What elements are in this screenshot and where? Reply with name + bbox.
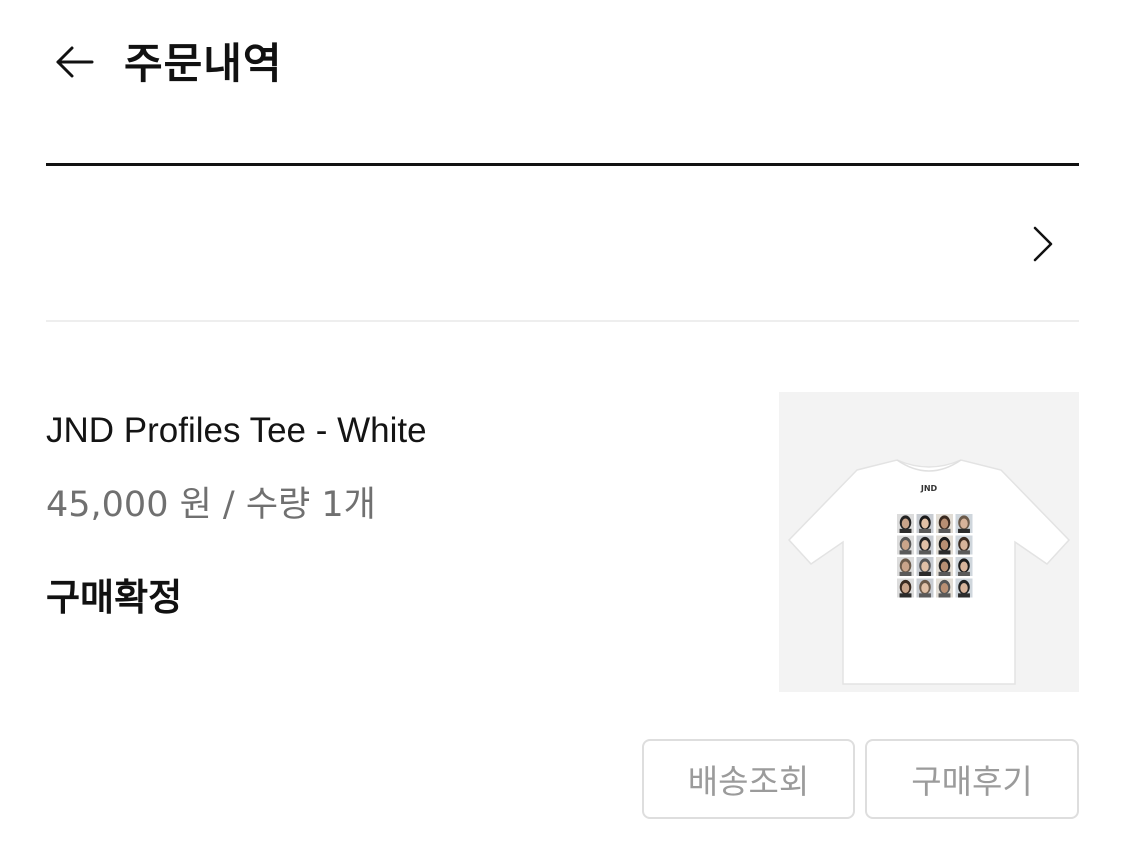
product-name[interactable]: JND Profiles Tee - White xyxy=(46,408,427,454)
track-delivery-button[interactable]: 배송조회 xyxy=(642,739,855,819)
header: 주문내역 xyxy=(0,0,1125,130)
write-review-button[interactable]: 구매후기 xyxy=(865,739,1079,819)
tshirt-image-icon: JND xyxy=(787,459,1071,685)
page-title: 주문내역 xyxy=(124,39,283,88)
back-button[interactable] xyxy=(50,38,98,86)
order-status: 구매확정 xyxy=(46,576,183,619)
tshirt-print-text: JND xyxy=(920,484,938,493)
product-image[interactable]: JND xyxy=(779,392,1079,692)
chevron-right-icon xyxy=(1033,226,1053,262)
product-price-quantity: 45,000 원 / 수량 1개 xyxy=(46,485,376,525)
section-divider xyxy=(46,320,1079,322)
order-detail-row[interactable] xyxy=(46,166,1079,320)
arrow-left-icon xyxy=(56,46,94,78)
